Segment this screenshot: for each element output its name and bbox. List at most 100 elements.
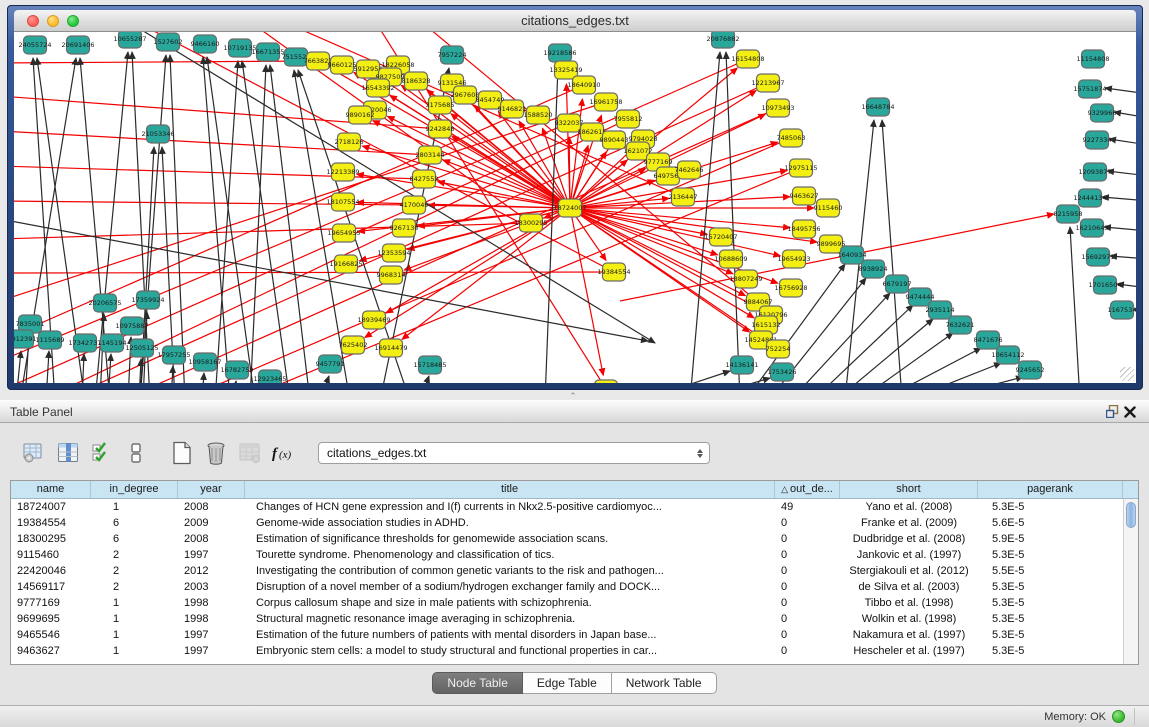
graph-node[interactable]: 18640910 [567, 76, 600, 94]
graph-node[interactable]: 7957224 [438, 46, 467, 64]
graph-node[interactable]: 2718126 [335, 133, 364, 151]
row-height-icon[interactable] [122, 439, 150, 467]
graph-node[interactable]: 17016504 [1088, 276, 1121, 294]
graph-node[interactable]: 16961758 [589, 93, 622, 111]
citation-edge[interactable] [14, 219, 648, 341]
panel-divider-handle[interactable]: ⌃ [566, 393, 580, 400]
graph-node[interactable]: 11154808 [1076, 50, 1109, 68]
citation-edge[interactable] [570, 208, 707, 234]
graph-node[interactable]: 9466160 [191, 35, 220, 53]
minimize-window-button[interactable] [47, 15, 59, 27]
graph-node[interactable]: 8215958 [1054, 205, 1083, 223]
graph-node[interactable]: 19384554 [597, 263, 630, 281]
citation-edge[interactable] [14, 166, 424, 179]
graph-node[interactable]: 17359924 [131, 291, 164, 309]
graph-node[interactable]: 12923465 [253, 370, 286, 383]
graph-node[interactable]: 10973493 [761, 99, 794, 117]
citation-edge[interactable] [234, 381, 236, 383]
graph-node[interactable]: 15692971 [1081, 248, 1114, 266]
graph-node[interactable]: 1145194 [98, 334, 127, 352]
graph-node[interactable]: 1527602 [154, 33, 183, 51]
graph-node[interactable]: 4170049 [400, 196, 429, 214]
graph-node[interactable]: 19218586 [543, 44, 576, 62]
network-table-select[interactable]: citations_edges.txt [318, 442, 710, 464]
table-row[interactable]: 1938455462009Genome-wide association stu… [11, 515, 1123, 531]
graph-node[interactable]: 19166825 [329, 255, 362, 273]
graph-node[interactable]: 9227334 [1083, 131, 1112, 149]
citation-edge[interactable] [203, 57, 230, 383]
citation-edge[interactable] [882, 120, 902, 383]
graph-node[interactable]: 2803144 [416, 146, 445, 164]
graph-node[interactable]: 12213389 [326, 163, 359, 181]
table-row[interactable]: 969969511998Structural magnetic resonanc… [11, 611, 1123, 627]
table-row[interactable]: 1456911722003Disruption of a novel membe… [11, 579, 1123, 595]
table-row[interactable]: 911546021997Tourette syndrome. Phenomeno… [11, 547, 1123, 563]
graph-node[interactable]: 9146821 [498, 100, 527, 118]
graph-node[interactable]: 18107554 [326, 193, 359, 211]
citation-edge[interactable] [570, 208, 780, 256]
graph-node[interactable]: 16671355 [251, 43, 284, 61]
graph-node[interactable]: 18300295 [514, 214, 547, 232]
table-settings-icon[interactable] [20, 439, 48, 467]
graph-node[interactable]: 10655287 [113, 32, 146, 48]
graph-node[interactable]: 7632621 [946, 316, 975, 334]
graph-node[interactable]: 24055724 [18, 36, 51, 54]
graph-node[interactable]: 16154808 [731, 50, 764, 68]
column-header-year[interactable]: year [178, 481, 245, 498]
table-row[interactable]: 946554611997Estimation of the future num… [11, 627, 1123, 643]
column-header-short[interactable]: short [840, 481, 978, 498]
citation-edge[interactable] [690, 52, 720, 383]
close-panel-icon[interactable] [1121, 404, 1139, 420]
graph-node[interactable]: 20206575 [88, 294, 121, 312]
graph-node[interactable]: 10654112 [991, 346, 1024, 364]
graph-node[interactable]: 16648784 [861, 98, 894, 116]
citation-edge[interactable] [1109, 139, 1136, 145]
graph-node[interactable]: 14136141 [725, 356, 758, 374]
citation-edge[interactable] [1105, 88, 1136, 94]
graph-node[interactable]: 2136447 [669, 188, 698, 206]
graph-node[interactable]: 8186328 [402, 72, 431, 90]
citation-edge[interactable] [858, 333, 953, 383]
column-header-pagerank[interactable]: pagerank [978, 481, 1123, 498]
graph-node[interactable]: 20876882 [706, 32, 739, 48]
graph-node[interactable]: 6679197 [883, 275, 912, 293]
network-graph[interactable]: 1872400724055724206914061065528715276029… [14, 32, 1136, 383]
graph-node[interactable]: 8938924 [859, 260, 888, 278]
table-row[interactable]: 1830029562008Estimation of significance … [11, 531, 1123, 547]
citation-edge[interactable] [640, 371, 730, 383]
graph-node[interactable]: 10688609 [714, 250, 747, 268]
function-builder-icon[interactable]: f(x) [270, 439, 298, 467]
table-row[interactable]: 977716911998Corpus callosum shape and si… [11, 595, 1123, 611]
network-canvas[interactable]: 1872400724055724206914061065528715276029… [14, 32, 1136, 383]
graph-node[interactable]: 14569117 [589, 380, 622, 383]
table-row[interactable]: 946362711997Embryonic stem cells: a mode… [11, 643, 1123, 659]
graph-node[interactable]: 7955812 [614, 110, 643, 128]
graph-node[interactable]: 1588520 [524, 106, 553, 124]
graph-node[interactable]: 9329966 [1088, 104, 1117, 122]
graph-node[interactable]: 7485063 [777, 129, 806, 147]
citation-edge[interactable] [170, 55, 185, 383]
citation-edge[interactable] [215, 61, 238, 383]
graph-node[interactable]: 16543392 [361, 79, 394, 97]
graph-node[interactable]: 17957255 [157, 346, 190, 364]
graph-node[interactable]: 9463627 [790, 187, 819, 205]
citation-edge[interactable] [880, 348, 981, 383]
column-header-name[interactable]: name [11, 481, 91, 498]
graph-node[interactable]: 16756928 [774, 279, 807, 297]
graph-node[interactable]: 9115460 [814, 199, 843, 217]
citation-edge[interactable] [16, 351, 21, 383]
citation-edge[interactable] [250, 65, 266, 383]
table-row[interactable]: 2242004622012Investigating the contribut… [11, 563, 1123, 579]
graph-node[interactable]: 12213967 [751, 74, 784, 92]
graph-node[interactable]: 12353594 [377, 244, 410, 262]
graph-node[interactable]: 18807249 [729, 270, 762, 288]
select-columns-icon[interactable] [54, 439, 82, 467]
validate-columns-icon[interactable] [88, 439, 116, 467]
graph-node[interactable]: 3912391 [14, 330, 36, 348]
citation-edge[interactable] [930, 377, 1023, 383]
graph-node[interactable]: 18939469 [357, 311, 390, 329]
graph-node[interactable]: 12505125 [125, 339, 158, 357]
delete-table-icon[interactable] [202, 439, 230, 467]
citation-edge[interactable] [402, 208, 570, 339]
citation-edge[interactable] [46, 351, 49, 383]
